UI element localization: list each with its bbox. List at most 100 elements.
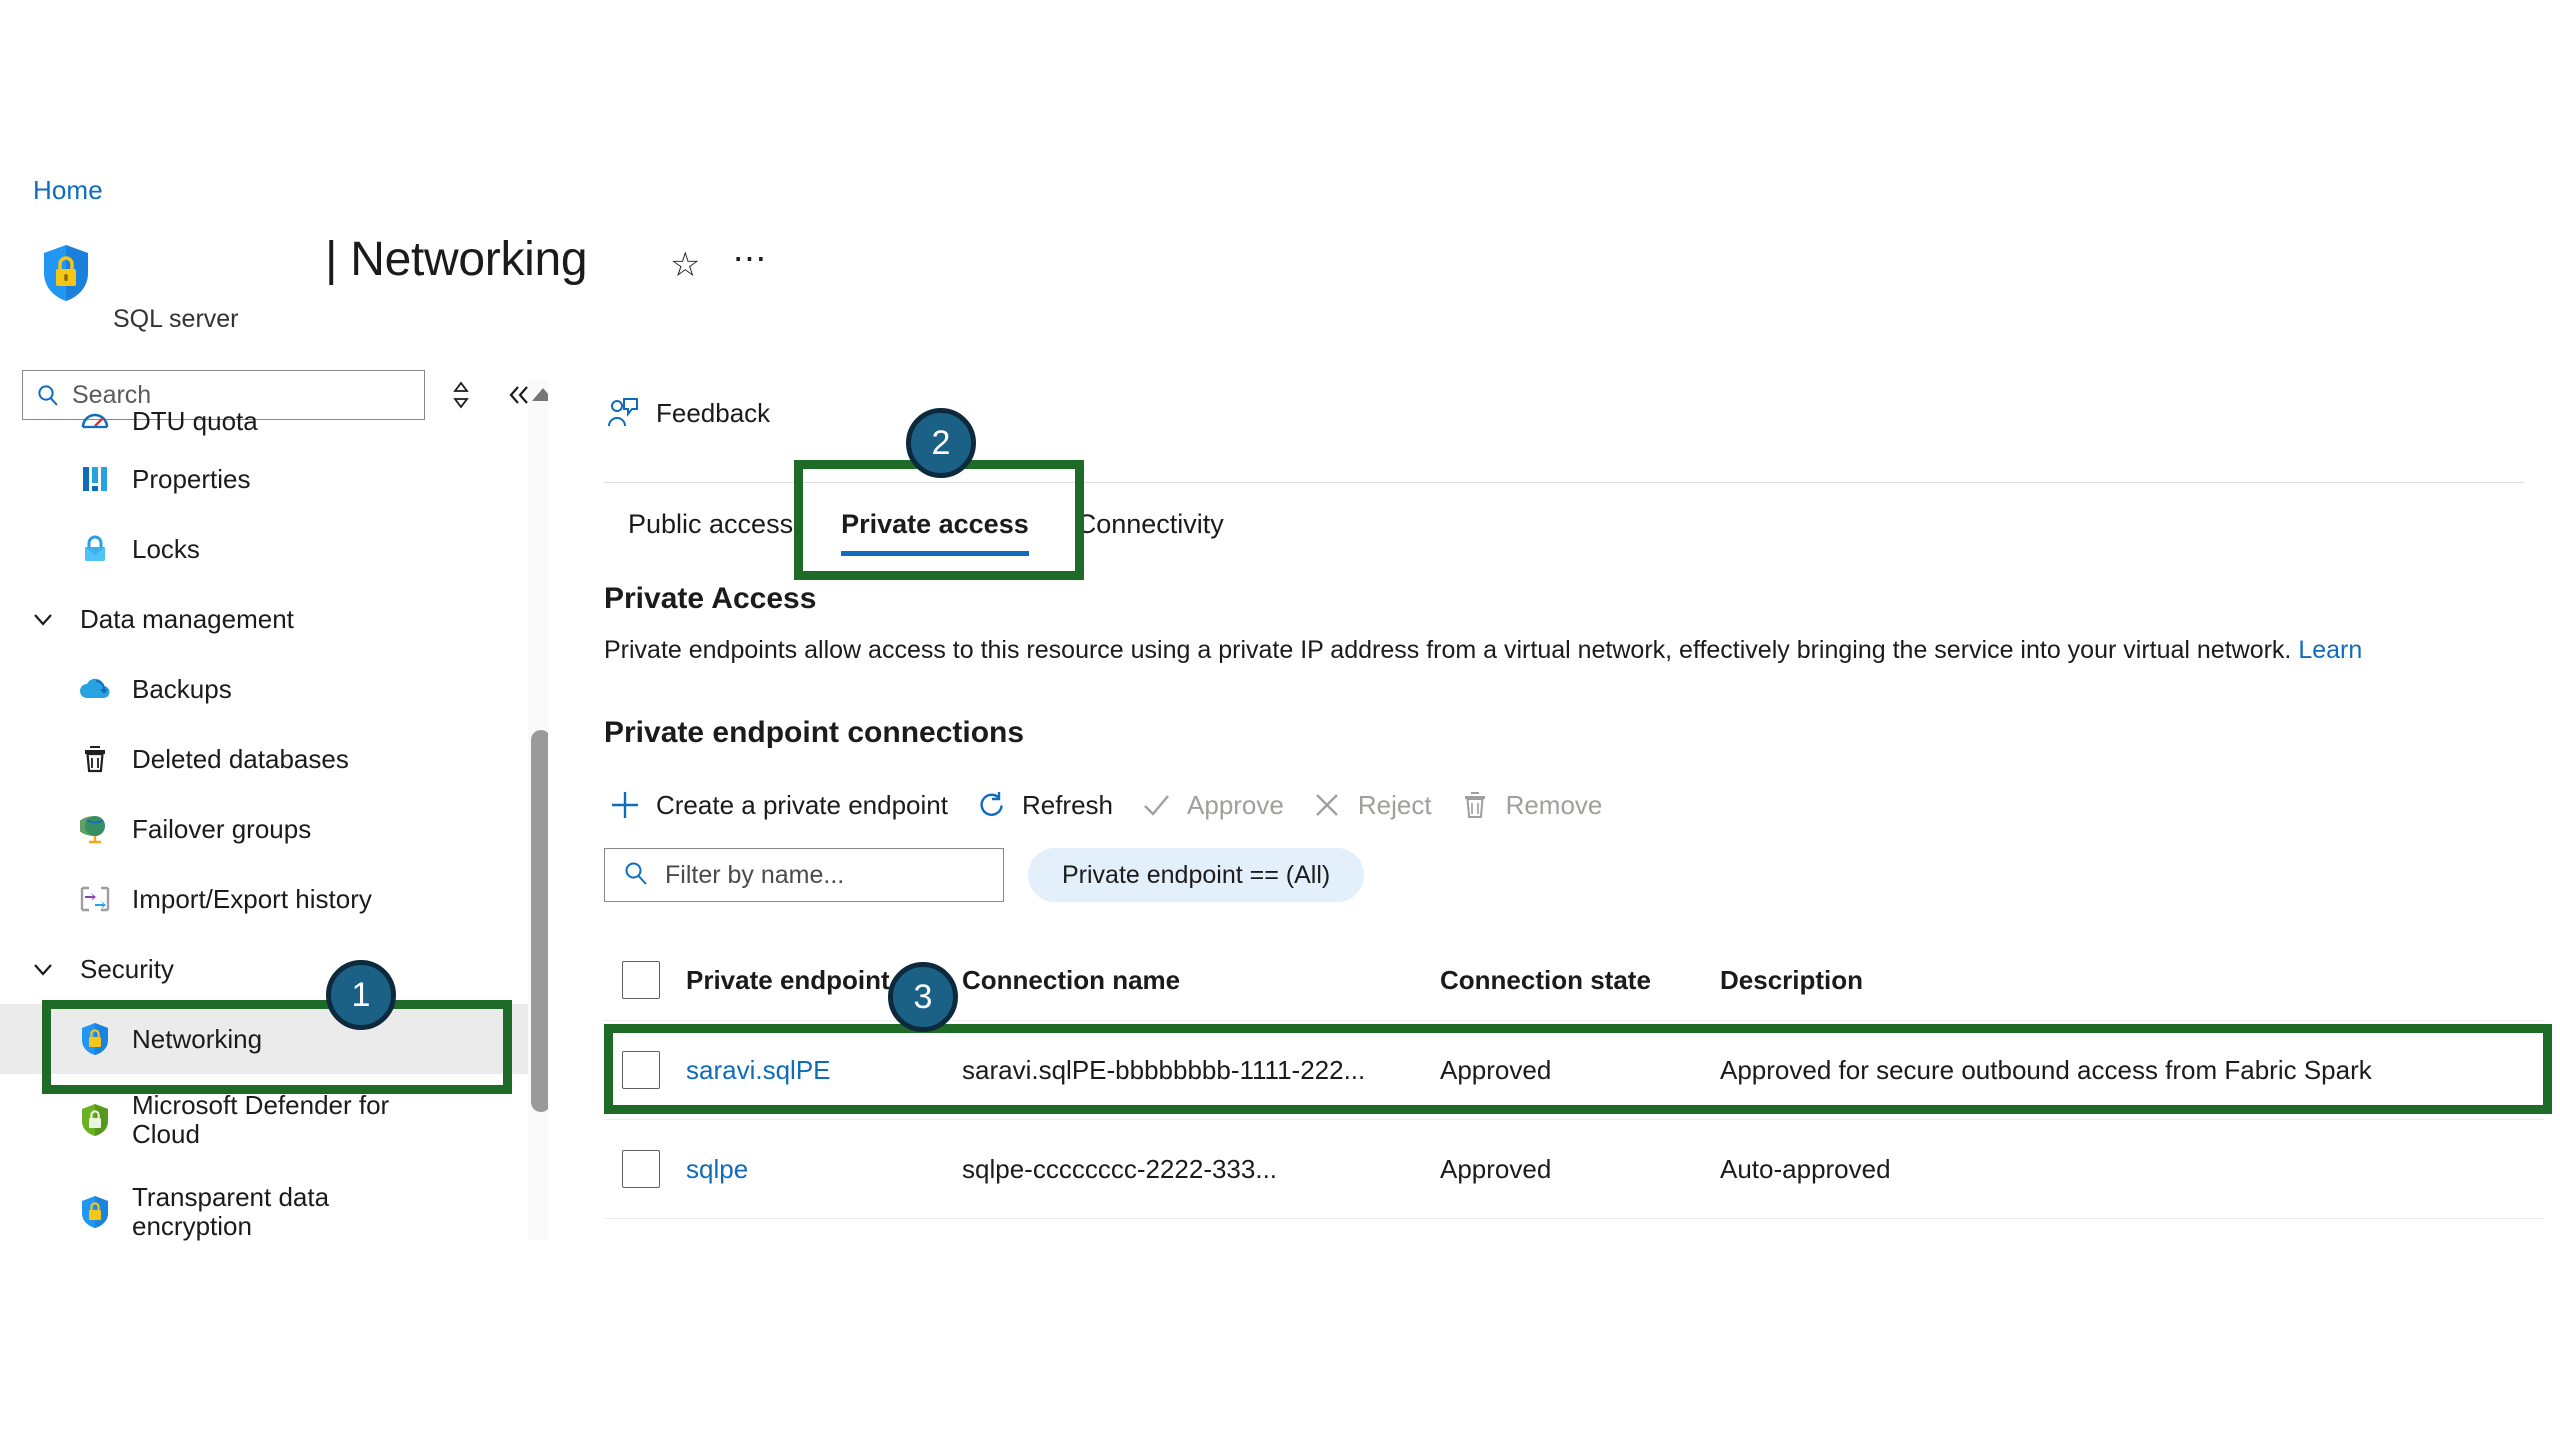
sidebar-nav-list: DTU quota Properties Locks Data manageme… xyxy=(0,406,548,1258)
page-title: | Networking xyxy=(325,233,588,286)
gauge-icon xyxy=(78,404,112,438)
command-label: Approve xyxy=(1187,789,1284,820)
sidebar-item-locks[interactable]: Locks xyxy=(0,514,548,584)
reject-button: Reject xyxy=(1306,780,1454,830)
table-row[interactable]: saravi.sqlPE saravi.sqlPE-bbbbbbbb-1111-… xyxy=(604,1021,2560,1119)
azure-portal-networking-page: Home SQL server | Networking ☆ ⋯ Search … xyxy=(0,0,2560,1440)
shield-lock-blue-icon xyxy=(78,1195,112,1229)
properties-icon xyxy=(78,462,112,496)
sidebar-group-security[interactable]: Security xyxy=(0,934,548,1004)
command-label: Create a private endpoint xyxy=(656,789,948,820)
feedback-button[interactable]: Feedback xyxy=(606,390,2560,436)
sidebar-item-label: Deleted databases xyxy=(132,743,349,774)
sidebar-group-label: Security xyxy=(80,953,174,984)
annotation-badge-2: 2 xyxy=(906,408,976,478)
sidebar-scrollbar-thumb[interactable] xyxy=(531,730,548,1112)
ellipsis-icon[interactable]: ⋯ xyxy=(732,242,768,276)
learn-more-link[interactable]: Learn xyxy=(2298,636,2362,664)
cell-description: Approved for secure outbound access from… xyxy=(1720,1054,2372,1085)
filter-by-name-input[interactable] xyxy=(665,860,965,890)
resource-type-label: SQL server xyxy=(113,305,239,333)
sidebar-item-label: Backups xyxy=(132,673,232,704)
feedback-person-icon xyxy=(606,396,640,430)
tab-bar: Public access Private access Connectivit… xyxy=(604,482,2544,560)
sidebar-item-deleted-databases[interactable]: Deleted databases xyxy=(0,724,548,794)
sidebar-item-networking[interactable]: Networking xyxy=(0,1004,548,1074)
cell-connection-state: Approved xyxy=(1440,1054,1552,1085)
tab-connectivity[interactable]: Connectivity xyxy=(1053,495,1248,560)
chevron-down-icon xyxy=(30,956,56,982)
annotation-badge-1: 1 xyxy=(326,960,396,1030)
title-actions: ☆ ⋯ xyxy=(670,242,768,282)
command-label: Refresh xyxy=(1021,789,1114,820)
breadcrumb-home[interactable]: Home xyxy=(33,175,103,206)
sidebar-item-dtu-quota[interactable]: DTU quota xyxy=(0,398,548,444)
trash-icon xyxy=(1458,788,1492,822)
cell-connection-state: Approved xyxy=(1440,1153,1552,1184)
remove-button: Remove xyxy=(1454,780,1625,830)
import-export-icon xyxy=(78,882,112,916)
filter-pill-private-endpoint[interactable]: Private endpoint == (All) xyxy=(1028,848,1365,902)
plus-icon xyxy=(608,788,642,822)
sidebar-item-label: Transparent data encryption xyxy=(132,1181,330,1241)
select-all-checkbox[interactable] xyxy=(622,961,660,999)
tab-private-access[interactable]: Private access xyxy=(817,495,1053,560)
cloud-backup-icon xyxy=(78,672,112,706)
sidebar-item-properties[interactable]: Properties xyxy=(0,444,548,514)
scroll-up-arrow-icon[interactable] xyxy=(532,388,548,401)
check-icon xyxy=(1139,788,1173,822)
section-description: Private endpoints allow access to this r… xyxy=(604,636,2560,665)
sidebar-item-failover-groups[interactable]: Failover groups xyxy=(0,794,548,864)
section-description-text: Private endpoints allow access to this r… xyxy=(604,636,2292,664)
command-label: Reject xyxy=(1357,789,1432,820)
cell-connection-name: saravi.sqlPE-bbbbbbbb-1111-222... xyxy=(962,1054,1366,1085)
sidebar-item-label: DTU quota xyxy=(132,405,258,436)
sidebar: DTU quota Properties xyxy=(0,360,548,1280)
sidebar-item-transparent-data-encryption[interactable]: Transparent data encryption xyxy=(0,1166,548,1258)
lock-icon xyxy=(78,532,112,566)
column-header-connection-name[interactable]: Connection name xyxy=(962,965,1440,996)
tab-public-access[interactable]: Public access xyxy=(604,495,817,560)
refresh-button[interactable]: Refresh xyxy=(970,780,1135,830)
cell-private-endpoint-link[interactable]: saravi.sqlPE xyxy=(686,1055,962,1086)
row-checkbox-cell xyxy=(604,1150,686,1188)
command-label: Remove xyxy=(1505,789,1603,820)
search-icon xyxy=(623,860,649,891)
table-divider xyxy=(604,1218,2544,1219)
sidebar-item-label: Failover groups xyxy=(132,813,312,844)
annotation-badge-3: 3 xyxy=(888,962,958,1032)
sidebar-item-backups[interactable]: Backups xyxy=(0,654,548,724)
cell-private-endpoint-link[interactable]: sqlpe xyxy=(686,1154,962,1185)
row-checkbox-cell xyxy=(604,1051,686,1089)
column-header-description[interactable]: Description xyxy=(1720,965,2560,996)
sql-server-shield-icon xyxy=(40,243,92,303)
row-checkbox[interactable] xyxy=(622,1051,660,1089)
cell-description: Auto-approved xyxy=(1720,1153,1891,1184)
shield-lock-green-icon xyxy=(78,1103,112,1137)
shield-lock-blue-icon xyxy=(78,1022,112,1056)
x-icon xyxy=(1310,788,1344,822)
subsection-title: Private endpoint connections xyxy=(604,716,1025,749)
sidebar-item-label: Locks xyxy=(132,533,200,564)
filter-by-name-box[interactable] xyxy=(604,848,1004,902)
star-icon[interactable]: ☆ xyxy=(670,248,700,282)
sidebar-group-label: Data management xyxy=(80,603,294,634)
trash-icon xyxy=(78,742,112,776)
sidebar-item-label: Properties xyxy=(132,463,251,494)
filter-row: Private endpoint == (All) xyxy=(604,848,1365,902)
main-content: Feedback Public access Private access Co… xyxy=(604,390,2560,1219)
table-row[interactable]: sqlpe sqlpe-cccccccc-2222-333... Approve… xyxy=(604,1120,2560,1218)
sidebar-item-import-export-history[interactable]: Import/Export history xyxy=(0,864,548,934)
tab-bar-divider xyxy=(604,482,2524,483)
create-private-endpoint-button[interactable]: Create a private endpoint xyxy=(604,780,970,830)
row-checkbox[interactable] xyxy=(622,1150,660,1188)
feedback-label: Feedback xyxy=(656,397,771,428)
chevron-down-icon xyxy=(30,606,56,632)
approve-button: Approve xyxy=(1135,780,1306,830)
sidebar-item-label: Networking xyxy=(132,1023,263,1054)
refresh-icon xyxy=(974,788,1008,822)
command-bar: Create a private endpoint Refresh Approv… xyxy=(604,780,1624,830)
sidebar-group-data-management[interactable]: Data management xyxy=(0,584,548,654)
sidebar-item-microsoft-defender-for-cloud[interactable]: Microsoft Defender for Cloud xyxy=(0,1074,548,1166)
column-header-connection-state[interactable]: Connection state xyxy=(1440,965,1720,996)
